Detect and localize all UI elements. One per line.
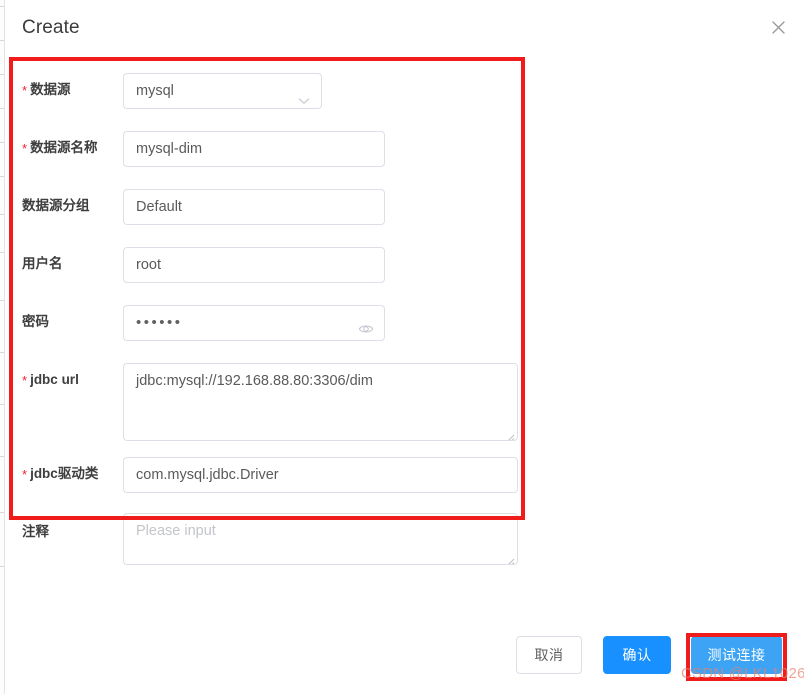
- password-value: ••••••: [136, 314, 183, 331]
- datasource-group-value: Default: [136, 199, 182, 215]
- form-row-comment: 注释 Please input: [5, 504, 804, 576]
- required-marker: *: [22, 141, 28, 156]
- datasource-select-value: mysql: [136, 83, 174, 99]
- close-icon[interactable]: [763, 12, 793, 42]
- datasource-select[interactable]: mysql: [123, 73, 322, 109]
- password-input[interactable]: ••••••: [123, 305, 385, 341]
- comment-textarea[interactable]: Please input: [123, 513, 518, 565]
- form-row-jdbc-driver: * jdbc驱动类 com.mysql.jdbc.Driver: [5, 446, 804, 504]
- label-jdbc-driver: * jdbc驱动类: [22, 466, 99, 482]
- username-value: root: [136, 257, 161, 273]
- username-input[interactable]: root: [123, 247, 385, 283]
- comment-placeholder: Please input: [136, 523, 216, 539]
- label-jdbc-url: * jdbc url: [22, 372, 79, 388]
- jdbc-url-value: jdbc:mysql://192.168.88.80:3306/dim: [136, 373, 373, 389]
- datasource-name-value: mysql-dim: [136, 141, 203, 157]
- label-datasource: * 数据源: [22, 82, 71, 98]
- jdbc-driver-value: com.mysql.jdbc.Driver: [136, 467, 279, 483]
- chevron-down-icon: [297, 86, 311, 104]
- page-edge-ticks: [0, 0, 4, 694]
- jdbc-url-textarea[interactable]: jdbc:mysql://192.168.88.80:3306/dim: [123, 363, 518, 441]
- label-comment: 注释: [22, 524, 49, 539]
- label-password: 密码: [22, 314, 49, 329]
- datasource-group-input[interactable]: Default: [123, 189, 385, 225]
- confirm-button[interactable]: 确认: [603, 636, 671, 674]
- required-marker: *: [22, 83, 28, 98]
- label-username: 用户名: [22, 256, 63, 271]
- datasource-form: * 数据源 mysql * 数据源名称 mysql-dim 数据源分组 Defa…: [5, 57, 804, 576]
- resize-handle-icon[interactable]: [505, 428, 515, 440]
- form-row-password: 密码 ••••••: [5, 294, 804, 352]
- form-row-datasource-name: * 数据源名称 mysql-dim: [5, 120, 804, 178]
- label-datasource-name: * 数据源名称: [22, 140, 98, 156]
- form-row-datasource: * 数据源 mysql: [5, 57, 804, 120]
- eye-icon[interactable]: [358, 316, 374, 333]
- form-row-jdbc-url: * jdbc url jdbc:mysql://192.168.88.80:330…: [5, 352, 804, 446]
- label-datasource-group: 数据源分组: [22, 198, 90, 213]
- watermark: CSDN @LKL1026: [681, 665, 804, 682]
- required-marker: *: [22, 467, 28, 482]
- cancel-button[interactable]: 取消: [516, 636, 582, 674]
- form-row-datasource-group: 数据源分组 Default: [5, 178, 804, 236]
- datasource-name-input[interactable]: mysql-dim: [123, 131, 385, 167]
- create-datasource-dialog: Create * 数据源 mysql * 数据源名称 mysql-dim 数据源…: [5, 0, 804, 694]
- jdbc-driver-input[interactable]: com.mysql.jdbc.Driver: [123, 457, 518, 493]
- page-title: Create: [22, 17, 80, 38]
- resize-handle-icon[interactable]: [505, 552, 515, 564]
- required-marker: *: [22, 373, 28, 388]
- dialog-header: Create: [5, 0, 804, 55]
- form-row-username: 用户名 root: [5, 236, 804, 294]
